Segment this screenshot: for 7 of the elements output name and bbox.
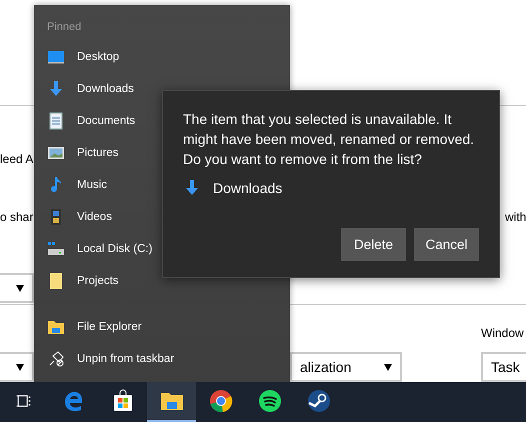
section-header: Pinned: [46, 21, 82, 35]
dialog-message: The item that you selected is unavailable. It might have been moved, renamed or removed. Do you want to remove it from the list?: [183, 110, 476, 169]
setting-label: leed A: [0, 152, 34, 166]
setting-label: o shar: [0, 210, 34, 224]
item-name: Downloads: [213, 180, 282, 196]
setting-label: with: [505, 210, 526, 224]
setting-label: Window: [481, 326, 524, 340]
